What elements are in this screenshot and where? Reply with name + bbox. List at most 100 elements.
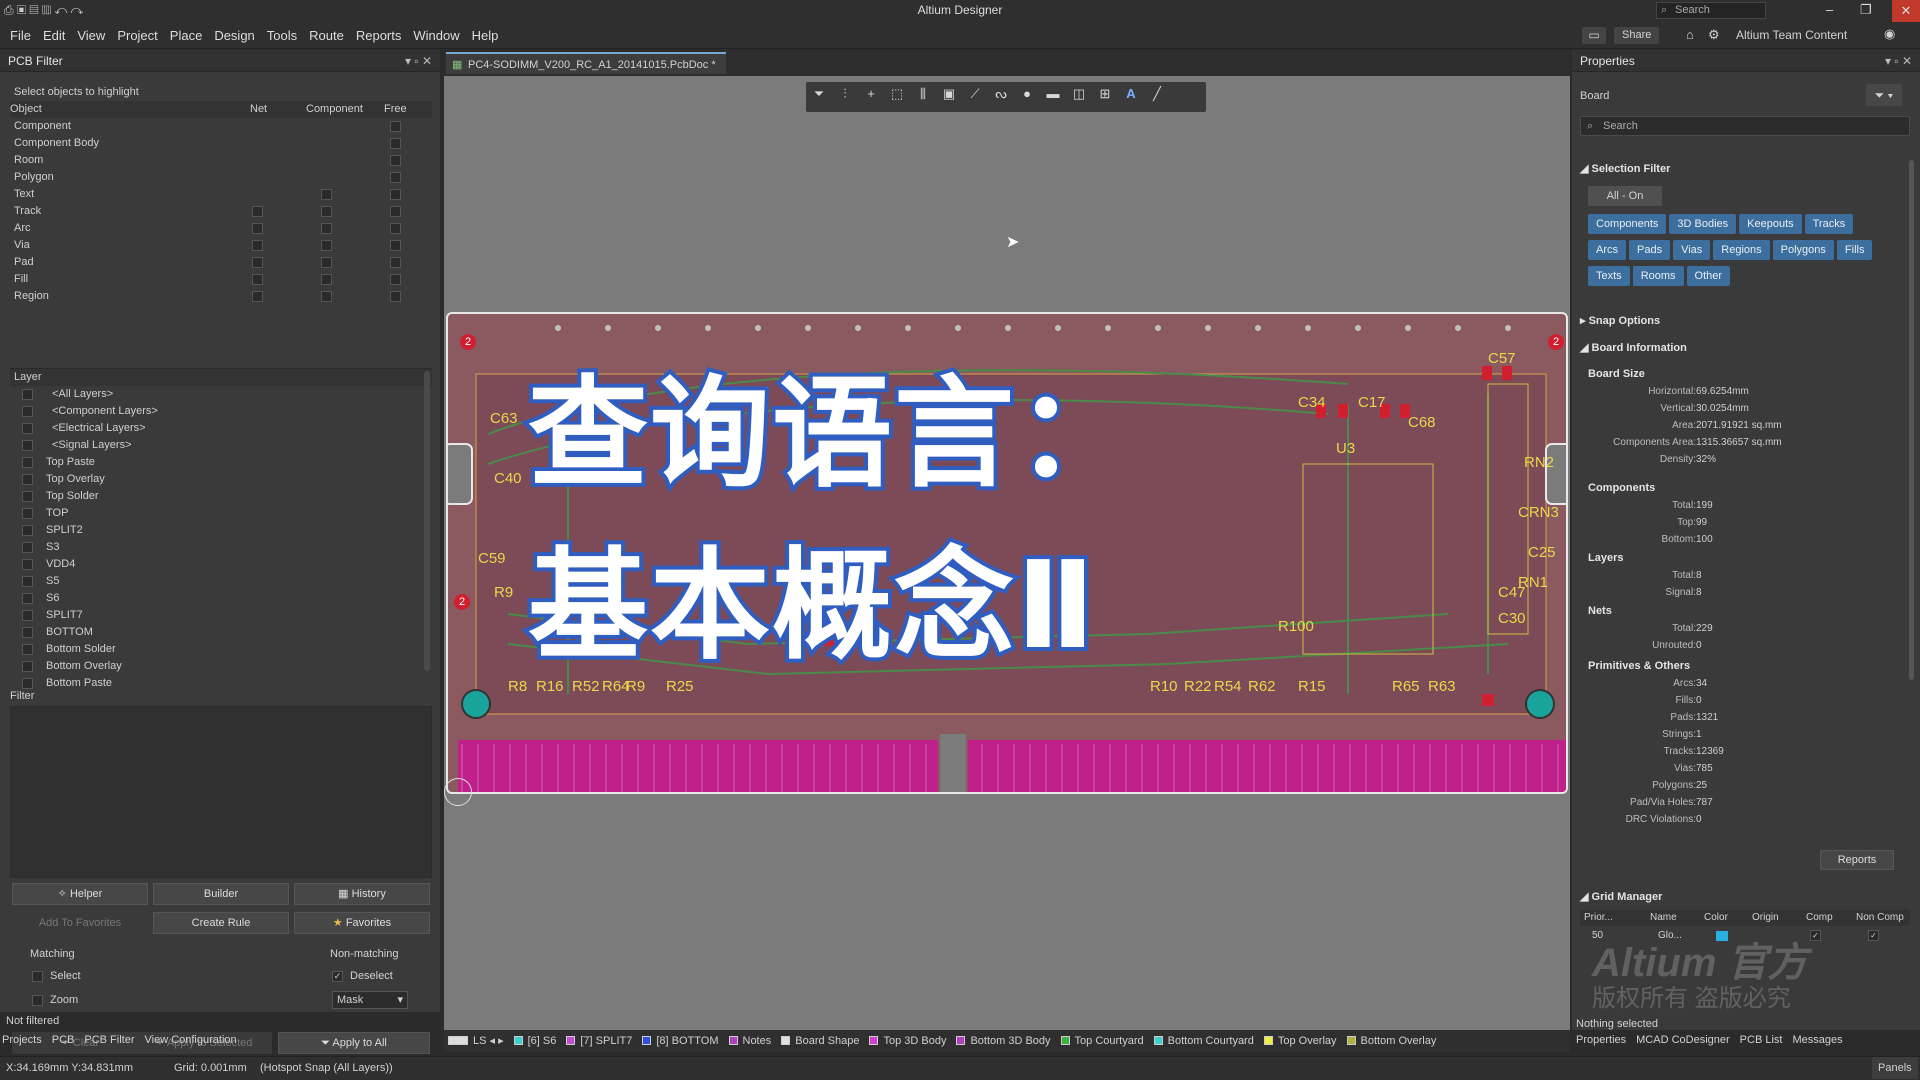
- filter-fills-button[interactable]: Fills: [1836, 240, 1873, 260]
- filter-arcs-button[interactable]: Arcs: [1588, 240, 1626, 260]
- object-row[interactable]: Pad: [10, 254, 432, 271]
- filter-vias-button[interactable]: Vias: [1673, 240, 1711, 260]
- layer-row[interactable]: TOP: [10, 505, 432, 522]
- free-checkbox[interactable]: [390, 291, 401, 302]
- layer-tab[interactable]: Top Overlay: [1263, 1032, 1337, 1050]
- net-checkbox[interactable]: [252, 274, 263, 285]
- layer-tab[interactable]: [8] BOTTOM: [642, 1032, 719, 1050]
- net-checkbox[interactable]: [252, 257, 263, 268]
- layer-row[interactable]: <Signal Layers>: [10, 437, 432, 454]
- team-content-link[interactable]: Altium Team Content: [1736, 28, 1847, 42]
- object-row[interactable]: Arc: [10, 220, 432, 237]
- component-icon[interactable]: ▣: [936, 82, 962, 106]
- restore-icon[interactable]: ❐: [1860, 2, 1872, 18]
- panel-tab[interactable]: View Configuration: [145, 1034, 237, 1046]
- panel-tab[interactable]: PCB: [52, 1034, 75, 1046]
- free-checkbox[interactable]: [390, 274, 401, 285]
- filter-query-textarea[interactable]: [10, 706, 432, 878]
- document-tab[interactable]: ▦ PC4-SODIMM_V200_RC_A1_20141015.PcbDoc *: [446, 52, 726, 74]
- via-icon[interactable]: ●: [1014, 82, 1040, 106]
- component-checkbox[interactable]: [321, 274, 332, 285]
- filter-tracks-button[interactable]: Tracks: [1804, 214, 1854, 234]
- text-icon[interactable]: A: [1118, 82, 1144, 106]
- filter-polygons-button[interactable]: Polygons: [1772, 240, 1834, 260]
- layer-row[interactable]: <Electrical Layers>: [10, 420, 432, 437]
- reports-button[interactable]: Reports: [1820, 850, 1894, 870]
- favorites-button[interactable]: ★ Favorites: [294, 912, 430, 934]
- helper-button[interactable]: ✧ Helper: [12, 883, 148, 905]
- polygon-icon[interactable]: ▬: [1040, 82, 1066, 106]
- panel-tab[interactable]: PCB List: [1740, 1034, 1783, 1046]
- layer-row[interactable]: BOTTOM: [10, 624, 432, 641]
- selection-filter-header[interactable]: ◢ Selection Filter: [1580, 162, 1670, 175]
- apply-to-all-button[interactable]: ⏷ Apply to All: [278, 1032, 430, 1054]
- layer-row[interactable]: S5: [10, 573, 432, 590]
- grid-manager-header[interactable]: ◢ Grid Manager: [1580, 890, 1662, 903]
- properties-scrollbar[interactable]: [1909, 160, 1914, 680]
- board-information-header[interactable]: ◢ Board Information: [1580, 341, 1687, 354]
- gear-icon[interactable]: ⚙: [1708, 27, 1720, 43]
- layer-checkbox[interactable]: [22, 457, 33, 468]
- layer-checkbox[interactable]: [22, 610, 33, 621]
- component-checkbox[interactable]: [321, 206, 332, 217]
- menu-edit[interactable]: Edit: [37, 22, 71, 49]
- free-checkbox[interactable]: [390, 240, 401, 251]
- layer-checkbox[interactable]: [22, 661, 33, 672]
- filter-other-button[interactable]: Other: [1686, 266, 1731, 286]
- free-checkbox[interactable]: [390, 189, 401, 200]
- layer-tab[interactable]: Top Courtyard: [1060, 1032, 1144, 1050]
- properties-search-input[interactable]: ⌕ Search: [1580, 116, 1910, 136]
- object-row[interactable]: Fill: [10, 271, 432, 288]
- panels-button[interactable]: Panels: [1872, 1057, 1918, 1079]
- chat-icon[interactable]: ▭: [1582, 27, 1606, 44]
- free-checkbox[interactable]: [390, 121, 401, 132]
- layer-checkbox[interactable]: [22, 389, 33, 400]
- net-checkbox[interactable]: [252, 223, 263, 234]
- noncomp-checkbox[interactable]: ✓: [1868, 930, 1879, 941]
- filter-components-button[interactable]: Components: [1588, 214, 1667, 234]
- filter-icon[interactable]: ⏷: [806, 82, 832, 106]
- layer-checkbox[interactable]: [22, 576, 33, 587]
- free-checkbox[interactable]: [390, 172, 401, 183]
- panel-controls-icon[interactable]: ▾ ▫ ✕: [405, 50, 432, 72]
- component-checkbox[interactable]: [321, 257, 332, 268]
- layer-scroll-arrows-icon[interactable]: ◂ ▸: [486, 1035, 504, 1047]
- close-icon[interactable]: ✕: [1892, 0, 1920, 22]
- layer-checkbox[interactable]: [22, 491, 33, 502]
- object-row[interactable]: Via: [10, 237, 432, 254]
- component-checkbox[interactable]: [321, 189, 332, 200]
- object-row[interactable]: Region: [10, 288, 432, 305]
- filter-keepouts-button[interactable]: Keepouts: [1739, 214, 1802, 234]
- comp-checkbox[interactable]: ✓: [1810, 930, 1821, 941]
- object-row[interactable]: Component Body: [10, 135, 432, 152]
- zoom-checkbox[interactable]: Zoom: [32, 994, 78, 1006]
- menu-help[interactable]: Help: [466, 22, 505, 49]
- menu-file[interactable]: File: [4, 22, 37, 49]
- layer-row[interactable]: Top Overlay: [10, 471, 432, 488]
- plus-icon[interactable]: +: [858, 82, 884, 106]
- layer-checkbox[interactable]: [22, 440, 33, 451]
- layer-tab[interactable]: Board Shape: [781, 1032, 859, 1050]
- object-row[interactable]: Track: [10, 203, 432, 220]
- panel-tab[interactable]: PCB Filter: [84, 1034, 134, 1046]
- history-button[interactable]: ▦ History: [294, 883, 430, 905]
- layer-row[interactable]: Top Paste: [10, 454, 432, 471]
- mask-select[interactable]: Mask ▾: [332, 991, 408, 1009]
- interactive-route-icon[interactable]: ⟋: [962, 82, 988, 106]
- layer-checkbox[interactable]: [22, 474, 33, 485]
- deselect-checkbox[interactable]: ✓ Deselect: [332, 970, 393, 982]
- snap-options-header[interactable]: ▸ Snap Options: [1580, 314, 1660, 327]
- layer-checkbox[interactable]: [22, 559, 33, 570]
- layer-scrollbar[interactable]: [424, 371, 430, 671]
- diff-pair-icon[interactable]: ᔓ: [988, 82, 1014, 106]
- search-box[interactable]: ⌕ Search: [1656, 2, 1766, 19]
- pcb-canvas[interactable]: ⏷ ⫶ + ⬚ ⫼ ▣ ⟋ ᔓ ● ▬ ◫ ⊞ A ╱ ➤ C63 C40 C5…: [444, 76, 1570, 1030]
- layer-tab[interactable]: LS ◂ ▸: [473, 1032, 504, 1050]
- layer-tab[interactable]: Bottom Overlay: [1346, 1032, 1436, 1050]
- layer-tab[interactable]: Notes: [728, 1032, 771, 1050]
- menu-place[interactable]: Place: [164, 22, 209, 49]
- filter-pads-button[interactable]: Pads: [1629, 240, 1671, 260]
- layer-checkbox[interactable]: [22, 423, 33, 434]
- layer-row[interactable]: Bottom Overlay: [10, 658, 432, 675]
- share-button[interactable]: Share: [1614, 27, 1660, 44]
